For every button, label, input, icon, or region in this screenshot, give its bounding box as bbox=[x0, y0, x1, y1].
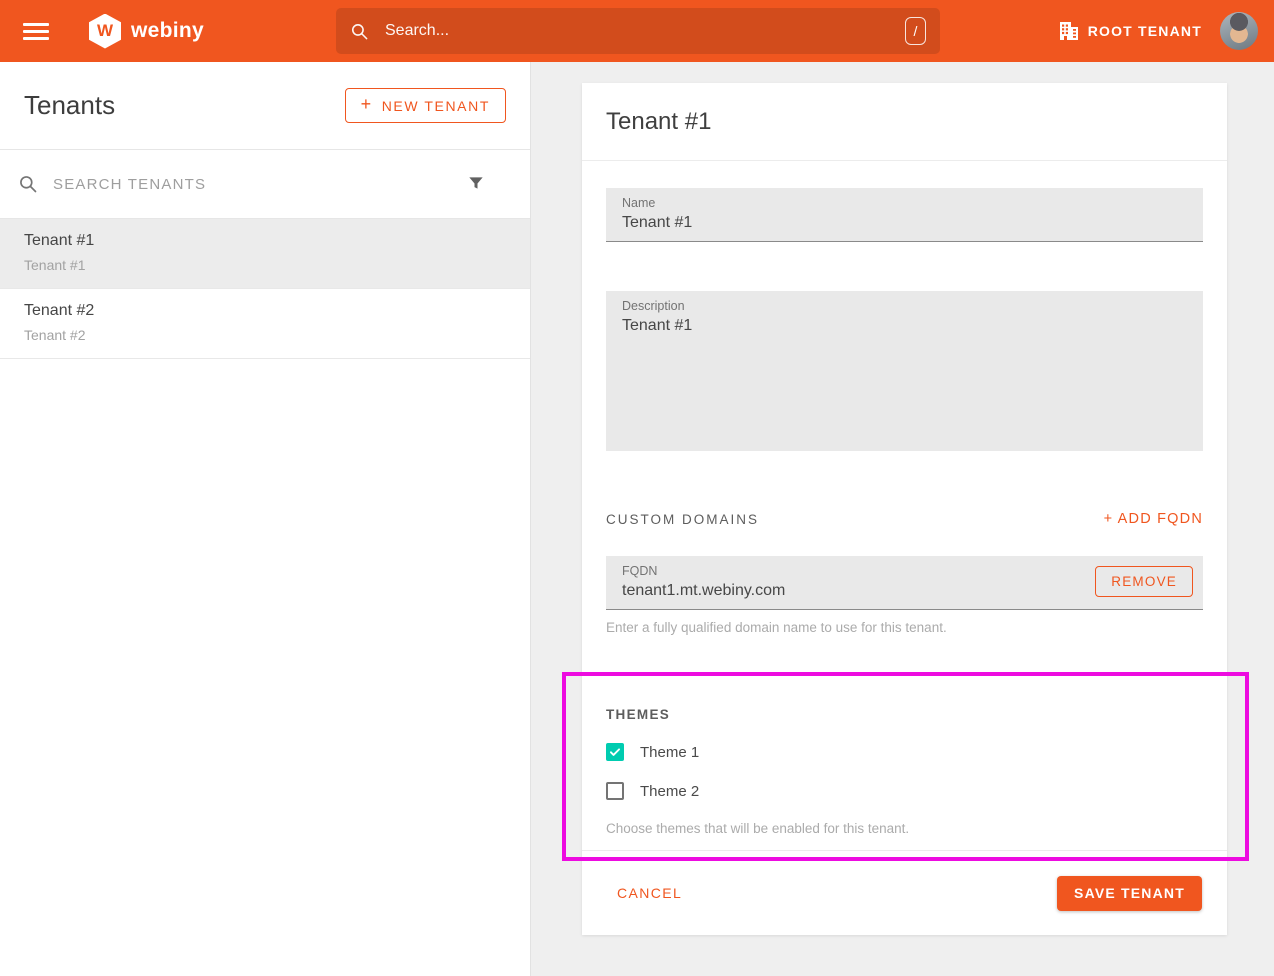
name-input[interactable] bbox=[622, 214, 1187, 232]
new-tenant-button[interactable]: + NEW TENANT bbox=[345, 88, 506, 123]
tenant-list-item-1[interactable]: Tenant #1 Tenant #1 bbox=[0, 219, 530, 289]
add-fqdn-button[interactable]: + ADD FQDN bbox=[1104, 511, 1203, 527]
global-search[interactable]: / bbox=[336, 8, 940, 54]
description-input[interactable]: Tenant #1 bbox=[622, 317, 1187, 335]
themes-section: THEMES Theme 1 Theme 2 Choose the bbox=[606, 707, 1203, 836]
sidebar-header: Tenants + NEW TENANT bbox=[0, 62, 530, 150]
fqdn-row: FQDN REMOVE bbox=[606, 556, 1203, 610]
tenant-item-subtitle: Tenant #1 bbox=[24, 257, 506, 273]
description-field[interactable]: Description Tenant #1 bbox=[606, 291, 1203, 451]
tenants-sidebar: Tenants + NEW TENANT Tenant #1 Tenant #1… bbox=[0, 62, 531, 976]
name-field-label: Name bbox=[622, 196, 1187, 210]
page-title: Tenants bbox=[24, 90, 115, 121]
global-search-input[interactable] bbox=[383, 21, 905, 41]
checkbox-unchecked-icon[interactable] bbox=[606, 782, 624, 800]
custom-domains-header: CUSTOM DOMAINS + ADD FQDN bbox=[606, 511, 1203, 527]
brand-name: webiny bbox=[131, 19, 204, 43]
search-icon bbox=[350, 22, 369, 41]
form-header: Tenant #1 bbox=[582, 83, 1227, 161]
form-footer: CANCEL SAVE TENANT bbox=[582, 850, 1227, 935]
tenant-form-card: Tenant #1 Name Description Tenant #1 CUS… bbox=[582, 83, 1227, 935]
description-field-label: Description bbox=[622, 299, 1187, 313]
tenant-search-bar bbox=[0, 150, 530, 219]
name-field[interactable]: Name bbox=[606, 188, 1203, 242]
tenant-item-title: Tenant #2 bbox=[24, 302, 506, 320]
form-title: Tenant #1 bbox=[606, 108, 711, 136]
checkbox-checked-icon[interactable] bbox=[606, 743, 624, 761]
fqdn-helper-text: Enter a fully qualified domain name to u… bbox=[606, 620, 1203, 635]
cancel-button[interactable]: CANCEL bbox=[617, 885, 682, 901]
building-icon bbox=[1059, 22, 1079, 40]
tenant-item-title: Tenant #1 bbox=[24, 232, 506, 250]
tenant-search-input[interactable] bbox=[51, 175, 453, 194]
theme-option-2[interactable]: Theme 2 bbox=[606, 782, 1203, 800]
plus-icon: + bbox=[361, 94, 373, 115]
custom-domains-label: CUSTOM DOMAINS bbox=[606, 512, 759, 527]
remove-fqdn-button[interactable]: REMOVE bbox=[1095, 566, 1193, 597]
theme-option-label: Theme 2 bbox=[640, 783, 699, 800]
search-shortcut-badge: / bbox=[905, 17, 926, 45]
user-avatar[interactable] bbox=[1220, 12, 1258, 50]
search-icon bbox=[18, 174, 38, 194]
topbar-right: ROOT TENANT bbox=[1059, 12, 1258, 50]
main-layout: Tenants + NEW TENANT Tenant #1 Tenant #1… bbox=[0, 62, 1274, 976]
webiny-logo[interactable]: W webiny bbox=[89, 14, 204, 49]
topbar: W webiny / ROOT TENANT bbox=[0, 0, 1274, 62]
filter-icon[interactable] bbox=[466, 174, 486, 194]
themes-helper-text: Choose themes that will be enabled for t… bbox=[606, 821, 1203, 836]
tenant-item-subtitle: Tenant #2 bbox=[24, 327, 506, 343]
new-tenant-button-label: NEW TENANT bbox=[382, 98, 490, 114]
root-tenant-label: ROOT TENANT bbox=[1088, 23, 1202, 39]
menu-icon[interactable] bbox=[23, 19, 49, 44]
theme-option-1[interactable]: Theme 1 bbox=[606, 743, 1203, 761]
themes-section-label: THEMES bbox=[606, 707, 1203, 722]
webiny-logo-icon: W bbox=[89, 14, 121, 49]
content-panel: Tenant #1 Name Description Tenant #1 CUS… bbox=[531, 62, 1274, 976]
check-icon bbox=[608, 745, 622, 759]
save-tenant-button[interactable]: SAVE TENANT bbox=[1057, 876, 1202, 911]
theme-option-label: Theme 1 bbox=[640, 744, 699, 761]
tenant-list-item-2[interactable]: Tenant #2 Tenant #2 bbox=[0, 289, 530, 359]
form-body: Name Description Tenant #1 CUSTOM DOMAIN… bbox=[582, 161, 1227, 836]
root-tenant-selector[interactable]: ROOT TENANT bbox=[1059, 22, 1202, 40]
